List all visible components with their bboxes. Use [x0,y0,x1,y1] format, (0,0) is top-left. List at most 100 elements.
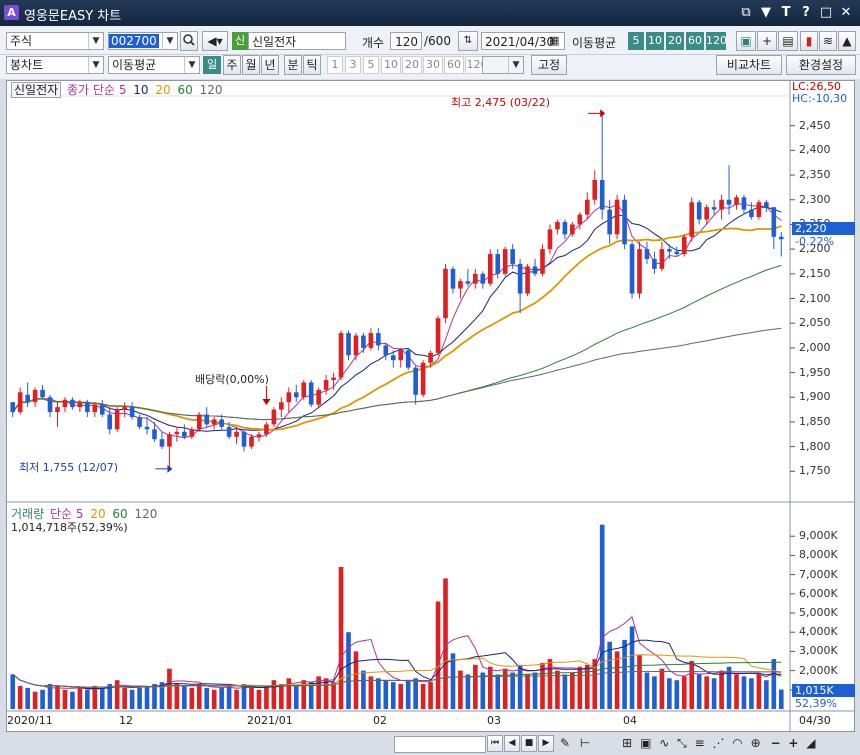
candle-body [756,202,762,218]
tab-month[interactable]: 월 [242,55,260,75]
close-icon[interactable]: ✕ [838,5,854,21]
stop-button[interactable]: ■ [521,735,537,752]
candle-body [681,236,687,255]
minute-option-60[interactable]: 60 [444,56,464,74]
candle-body [241,431,247,447]
calendar-icon[interactable]: ▦ [549,34,559,47]
candle-body [749,209,754,218]
minute-option-5[interactable]: 5 [363,56,379,74]
arc-icon[interactable]: ◠ [732,736,742,750]
volume-bar [674,680,680,709]
tab-minute[interactable]: 분 [284,55,302,75]
speaker-dropdown[interactable]: ◀▾ [202,31,228,51]
target-icon[interactable]: ⊕ [751,736,761,750]
volume-bar [450,653,456,709]
price-tick-label: 2,000 [799,340,831,354]
ma-period-5[interactable]: 5 [628,32,644,50]
candle-body [25,394,30,403]
candle-body [480,273,486,284]
x-label-2021-01: 2021/01 [247,714,293,727]
scroll-track[interactable] [394,736,486,753]
candle-body [271,409,277,425]
search-button[interactable] [180,31,198,51]
volume-bar [62,689,68,709]
chart-canvas[interactable] [7,81,854,731]
legend-ma60: 60 [177,83,193,97]
volume-bar [413,678,418,709]
help-icon[interactable]: ? [798,5,814,21]
volume-bar [99,687,105,709]
minute-option-10[interactable]: 10 [381,56,401,74]
pen-icon[interactable]: ✎ [560,736,570,750]
minute-option-1[interactable]: 1 [327,56,343,74]
volume-bar [10,674,16,709]
candle-body [159,439,165,447]
volume-tick-label: 4,000K [799,625,838,639]
volume-tick-label: 6,000K [799,586,838,600]
candle-body [286,392,292,403]
indicator-select[interactable]: 이동평균 ▼ [108,56,200,74]
candle-body [555,221,560,230]
mountain-button[interactable]: ▲ [838,31,856,51]
candle-body [122,407,127,410]
ruler-icon[interactable]: ⊢ [580,736,590,750]
restore-icon[interactable]: ⧉ [738,5,754,21]
crosshair-button[interactable]: + [757,31,777,51]
minute-option-30[interactable]: 30 [423,56,443,74]
chat-tool-button[interactable]: ▣ [736,31,756,51]
settings-button[interactable]: 환경설정 [786,55,856,75]
minute-option-3[interactable]: 3 [345,56,361,74]
ma-period-60[interactable]: 60 [686,32,704,50]
tab-day[interactable]: 일 [203,56,221,74]
candle-body [99,404,105,415]
pattern-button[interactable]: ≋ [819,31,837,51]
scroll-next-button[interactable]: ▶ [538,735,554,752]
expand-icon[interactable]: ◢ [806,736,815,750]
candle-body [390,355,396,361]
candle-style-button[interactable]: ▮ [800,31,818,51]
chart-type-select[interactable]: 봉차트 ▼ [6,56,104,74]
price-tick-label: 1,950 [799,365,831,379]
date-nav-button[interactable]: ⇅ [458,31,478,51]
code-input[interactable]: 002700 ▼ [108,32,178,50]
layout-icon[interactable]: ⊞ [622,736,632,750]
volume-tick-label: 9,000K [799,529,838,543]
custom-minute-select[interactable]: ▼ [482,56,524,74]
tab-year[interactable]: 년 [261,55,279,75]
grid-button[interactable]: ▤ [778,31,798,51]
volume-bar [570,672,575,709]
candle-body [40,389,45,398]
fix-button[interactable]: 고정 [531,55,567,75]
volume-bar [40,689,45,709]
volume-bar [405,680,411,709]
window-icon[interactable]: ▣ [640,736,651,750]
wave-icon[interactable]: ∿ [659,736,669,750]
ma-period-20[interactable]: 20 [666,32,684,50]
zoom-in-icon[interactable]: + [788,736,798,750]
pin-icon[interactable]: ▼ [758,5,774,21]
text-icon[interactable]: T [778,5,794,21]
candle-body [667,249,672,252]
ma-period-120[interactable]: 120 [706,32,727,50]
candle-body [696,202,702,220]
scroll-prev-button[interactable]: ◀ [504,735,520,752]
minute-option-20[interactable]: 20 [402,56,422,74]
fan-icon[interactable]: ⋰ [712,736,724,750]
trend-icon[interactable]: ⤡ [677,736,687,750]
maximize-icon[interactable]: □ [818,5,834,21]
volume-bar [122,687,127,709]
count-input[interactable]: 120 [390,32,422,50]
volume-bar [167,668,172,709]
candle-icon: ▮ [805,34,813,48]
zoom-out-icon[interactable]: − [770,736,780,750]
lines-icon[interactable]: ≡ [695,736,705,750]
bottom-toolbar: ⏮ ◀ ■ ▶ ✎ ⊢ ⊞ ▣ ∿ ⤡ ≡ ⋰ ◠ ⊕ − + ◢ [0,733,860,755]
market-select[interactable]: 주식 ▼ [6,32,104,50]
scroll-first-button[interactable]: ⏮ [487,735,503,752]
tab-week[interactable]: 주 [223,55,241,75]
compare-chart-button[interactable]: 비교차트 [716,55,782,75]
candle-body [413,367,418,395]
ma-period-10[interactable]: 10 [646,32,664,50]
tab-tick[interactable]: 틱 [303,55,321,75]
chart-panel[interactable]: 신일전자 종가 단순 5 10 20 60 120 LC:26,50 HC:-1… [6,80,855,732]
